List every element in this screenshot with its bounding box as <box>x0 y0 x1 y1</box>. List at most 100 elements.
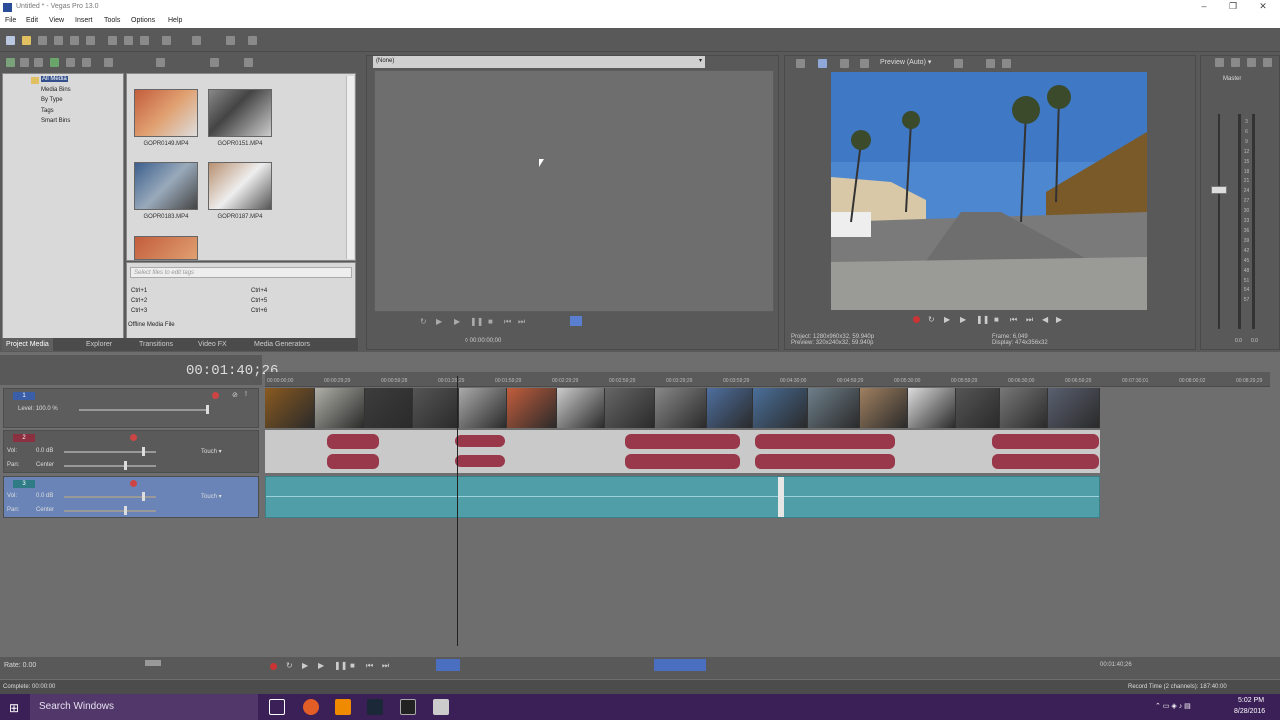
tab-video-fx[interactable]: Video FX <box>198 341 227 348</box>
redo-icon[interactable] <box>192 36 201 45</box>
menu-file[interactable]: File <box>5 17 16 24</box>
go-to-start-icon[interactable]: ⏮ <box>504 317 511 327</box>
play-icon[interactable]: ▶ <box>318 661 324 670</box>
capture-video-icon[interactable] <box>20 58 29 67</box>
menu-options[interactable]: Options <box>131 17 155 24</box>
playhead-cursor[interactable] <box>457 376 458 646</box>
record-icon[interactable] <box>913 316 920 323</box>
stop-icon[interactable]: ■ <box>350 661 355 670</box>
menu-view[interactable]: View <box>49 17 64 24</box>
volume-slider-thumb[interactable] <box>142 492 145 501</box>
help-icon[interactable] <box>248 36 257 45</box>
arm-record-icon[interactable] <box>130 434 137 441</box>
video-event-thumb[interactable] <box>413 388 459 428</box>
minimize-button[interactable]: – <box>1197 1 1211 11</box>
enable-snapping-icon[interactable] <box>226 36 235 45</box>
tray-icons[interactable]: ⌃ ▭ ◈ ♪ ▤ <box>1155 702 1191 710</box>
video-event-thumb[interactable] <box>808 388 860 428</box>
overlays-icon[interactable] <box>954 59 963 68</box>
video-event-thumb[interactable] <box>1048 388 1100 428</box>
media-thumb[interactable] <box>134 236 198 260</box>
vegas-taskbar-icon[interactable] <box>400 699 416 715</box>
tab-project-media[interactable]: Project Media <box>2 338 53 351</box>
fx-icon[interactable] <box>840 59 849 68</box>
master-dim-icon[interactable] <box>1263 58 1272 67</box>
volume-slider-thumb[interactable] <box>142 447 145 456</box>
video-event-thumb[interactable] <box>956 388 1000 428</box>
copy-icon[interactable] <box>124 36 133 45</box>
audio-track-header-selected[interactable]: 3 Vol: 0.0 dB Touch ▾ Pan: Center <box>3 476 259 518</box>
tab-explorer[interactable]: Explorer <box>86 341 112 348</box>
go-to-end-icon[interactable]: ⏭ <box>1026 315 1033 325</box>
save-icon[interactable] <box>38 36 47 45</box>
tree-all-media[interactable]: All Media <box>41 76 68 82</box>
tree-by-type[interactable]: By Type <box>41 97 63 103</box>
go-to-end-icon[interactable]: ⏭ <box>518 317 525 327</box>
loop-icon[interactable]: ↻ <box>420 317 427 326</box>
rate-slider[interactable] <box>145 660 161 666</box>
paste-icon[interactable] <box>140 36 149 45</box>
steam-icon[interactable] <box>367 699 383 715</box>
record-icon[interactable] <box>270 663 277 670</box>
save-as-icon[interactable] <box>54 36 63 45</box>
video-event-thumb[interactable] <box>908 388 956 428</box>
master-downmix-icon[interactable] <box>1247 58 1256 67</box>
tab-media-generators[interactable]: Media Generators <box>254 341 310 348</box>
video-event-thumb[interactable] <box>707 388 753 428</box>
play-from-start-icon[interactable]: ▶ <box>944 315 950 324</box>
menu-tools[interactable]: Tools <box>104 17 120 24</box>
automation-mode[interactable]: Touch <box>201 494 217 500</box>
pan-slider-thumb[interactable] <box>124 461 127 470</box>
audio-track-events[interactable] <box>265 430 1100 473</box>
open-icon[interactable] <box>22 36 31 45</box>
loop-icon[interactable]: ↻ <box>928 315 935 324</box>
media-scrollbar[interactable] <box>346 76 354 259</box>
master-fader[interactable] <box>1211 186 1227 194</box>
master-props-icon[interactable] <box>1231 58 1240 67</box>
active-trimmer-icon[interactable] <box>570 316 582 326</box>
save-snapshot-icon[interactable] <box>1002 59 1011 68</box>
level-slider[interactable] <box>79 409 209 411</box>
trimmer-display[interactable] <box>374 70 774 312</box>
video-event-thumb[interactable] <box>860 388 908 428</box>
arm-record-icon[interactable] <box>130 480 137 487</box>
time-ruler[interactable] <box>265 372 1270 387</box>
get-media-icon[interactable] <box>34 58 43 67</box>
pan-slider-thumb[interactable] <box>124 506 127 515</box>
views-icon[interactable] <box>210 58 219 67</box>
audio-track-header[interactable]: 2 Vol: 0.0 dB Touch ▾ Pan: Center <box>3 430 259 473</box>
solo-icon[interactable]: ! <box>245 391 247 398</box>
pause-icon[interactable]: ❚❚ <box>470 317 483 326</box>
video-event-thumb[interactable] <box>459 388 507 428</box>
tree-smart-bins[interactable]: Smart Bins <box>41 118 70 124</box>
video-track-events[interactable] <box>265 388 1100 428</box>
video-event-thumb[interactable] <box>315 388 365 428</box>
preview-quality-select[interactable]: Preview (Auto) ▾ <box>880 58 931 66</box>
music-track-event[interactable] <box>265 476 1100 518</box>
menu-edit[interactable]: Edit <box>26 17 38 24</box>
tree-media-bins[interactable]: Media Bins <box>41 87 71 93</box>
video-event-thumb[interactable] <box>655 388 707 428</box>
close-button[interactable]: ✕ <box>1256 1 1270 12</box>
media-thumb[interactable] <box>134 162 198 210</box>
pause-icon[interactable]: ❚❚ <box>976 315 989 324</box>
video-event-thumb[interactable] <box>557 388 605 428</box>
firefox-icon[interactable] <box>303 699 319 715</box>
render-as-icon[interactable] <box>70 36 79 45</box>
stop-icon[interactable]: ■ <box>488 317 493 326</box>
go-to-end-icon[interactable]: ⏭ <box>382 661 389 671</box>
play-from-start-icon[interactable]: ▶ <box>302 661 308 670</box>
split-screen-icon[interactable] <box>860 59 869 68</box>
refresh-icon[interactable] <box>50 58 59 67</box>
play-icon[interactable]: ▶ <box>960 315 966 324</box>
search-media-icon[interactable] <box>82 58 91 67</box>
video-track-header[interactable]: 1 Level: 100.0 % ⊘ ! <box>3 388 259 428</box>
loop-icon[interactable]: ↻ <box>286 661 293 670</box>
app-taskbar-icon[interactable] <box>433 699 449 715</box>
video-event-thumb[interactable] <box>365 388 413 428</box>
video-event-thumb[interactable] <box>753 388 808 428</box>
media-thumb[interactable] <box>208 162 272 210</box>
pan-slider[interactable] <box>64 510 156 512</box>
restore-button[interactable]: ❐ <box>1226 1 1240 12</box>
taskbar-search-box[interactable]: Search Windows <box>30 694 258 720</box>
